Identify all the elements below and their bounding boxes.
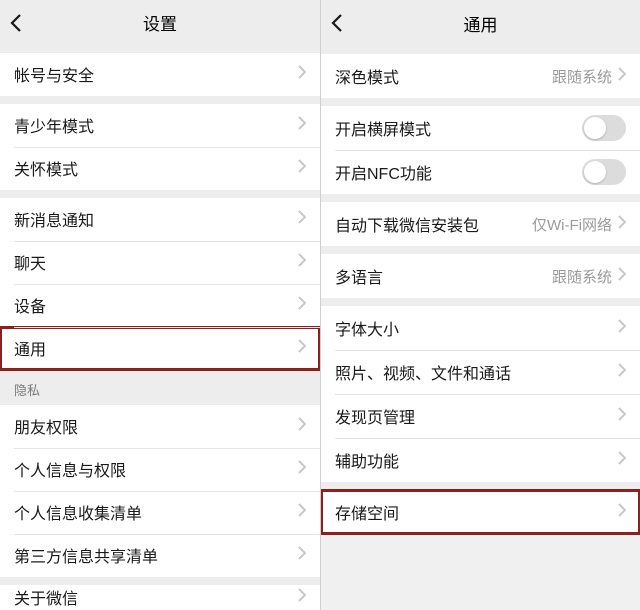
list-item[interactable]: 关怀模式 — [0, 147, 320, 190]
chevron-right-icon — [298, 159, 306, 178]
item-label: 帐号与安全 — [14, 62, 298, 86]
chevron-right-icon — [298, 339, 306, 358]
group-spacer — [321, 298, 640, 306]
list-item[interactable]: 自动下载微信安装包仅Wi-Fi网络 — [321, 202, 640, 246]
item-label: 新消息通知 — [14, 207, 298, 231]
item-label: 第三方信息共享清单 — [14, 543, 298, 567]
item-value: 跟随系统 — [552, 66, 612, 87]
list-item[interactable]: 开启横屏模式 — [321, 106, 640, 150]
group-spacer — [321, 482, 640, 490]
item-label: 字体大小 — [335, 316, 618, 340]
group-spacer — [321, 194, 640, 202]
list-item[interactable]: 存储空间 — [321, 490, 640, 534]
item-label: 关怀模式 — [14, 156, 298, 180]
settings-panel: 设置帐号与安全青少年模式关怀模式新消息通知聊天设备通用隐私朋友权限个人信息与权限… — [0, 0, 320, 610]
group-spacer — [0, 577, 320, 585]
chevron-right-icon — [618, 319, 626, 338]
group-spacer — [321, 98, 640, 106]
item-label: 通用 — [14, 336, 298, 360]
list-item[interactable]: 第三方信息共享清单 — [0, 534, 320, 577]
group-spacer — [0, 190, 320, 198]
chevron-right-icon — [298, 116, 306, 135]
chevron-right-icon — [618, 267, 626, 286]
chevron-right-icon — [298, 65, 306, 84]
chevron-right-icon — [298, 460, 306, 479]
toggle-switch[interactable] — [582, 159, 626, 185]
section-header: 隐私 — [0, 370, 320, 405]
item-value: 跟随系统 — [552, 266, 612, 287]
chevron-right-icon — [298, 253, 306, 272]
item-value: 仅Wi-Fi网络 — [532, 214, 612, 235]
chevron-right-icon — [298, 417, 306, 436]
list-item[interactable]: 字体大小 — [321, 306, 640, 350]
chevron-right-icon — [298, 503, 306, 522]
item-label: 聊天 — [14, 250, 298, 274]
toggle-switch[interactable] — [582, 115, 626, 141]
list-item[interactable]: 通用 — [0, 327, 320, 370]
list-item[interactable]: 深色模式跟随系统 — [321, 54, 640, 98]
chevron-right-icon — [298, 296, 306, 315]
item-label: 辅助功能 — [335, 448, 618, 472]
nav-header: 设置 — [0, 0, 320, 45]
list-item[interactable]: 聊天 — [0, 241, 320, 284]
item-label: 发现页管理 — [335, 404, 618, 428]
item-label: 青少年模式 — [14, 113, 298, 137]
list-item[interactable]: 新消息通知 — [0, 198, 320, 241]
page-title: 设置 — [143, 10, 177, 35]
item-label: 存储空间 — [335, 500, 618, 524]
list-item[interactable]: 青少年模式 — [0, 104, 320, 147]
list-item[interactable]: 设备 — [0, 284, 320, 327]
group-spacer — [321, 246, 640, 254]
chevron-right-icon — [618, 503, 626, 522]
page-title: 通用 — [464, 11, 498, 36]
chevron-right-icon — [618, 407, 626, 426]
item-label: 照片、视频、文件和通话 — [335, 360, 618, 384]
item-label: 深色模式 — [335, 64, 552, 88]
list-item[interactable]: 辅助功能 — [321, 438, 640, 482]
list-item[interactable]: 朋友权限 — [0, 405, 320, 448]
chevron-right-icon — [298, 210, 306, 229]
chevron-right-icon — [298, 588, 306, 607]
item-label: 开启NFC功能 — [335, 160, 582, 184]
nav-header: 通用 — [321, 0, 640, 46]
item-label: 个人信息与权限 — [14, 457, 298, 481]
item-label: 自动下载微信安装包 — [335, 212, 532, 236]
chevron-right-icon — [618, 363, 626, 382]
back-button[interactable] — [10, 0, 22, 46]
list-item[interactable]: 个人信息与权限 — [0, 448, 320, 491]
list-item[interactable]: 多语言跟随系统 — [321, 254, 640, 298]
item-label: 个人信息收集清单 — [14, 500, 298, 524]
group-spacer — [0, 96, 320, 104]
group-spacer — [0, 45, 320, 53]
list-item[interactable]: 发现页管理 — [321, 394, 640, 438]
item-label: 开启横屏模式 — [335, 116, 582, 140]
group-spacer — [321, 46, 640, 54]
item-label: 关于微信 — [14, 585, 298, 609]
chevron-right-icon — [618, 215, 626, 234]
list-item[interactable]: 照片、视频、文件和通话 — [321, 350, 640, 394]
list-item[interactable]: 个人信息收集清单 — [0, 491, 320, 534]
list-item[interactable]: 关于微信 — [0, 585, 320, 610]
list-item[interactable]: 开启NFC功能 — [321, 150, 640, 194]
item-label: 设备 — [14, 293, 298, 317]
chevron-right-icon — [618, 67, 626, 86]
app-root: 设置帐号与安全青少年模式关怀模式新消息通知聊天设备通用隐私朋友权限个人信息与权限… — [0, 0, 640, 610]
item-label: 朋友权限 — [14, 414, 298, 438]
chevron-right-icon — [298, 546, 306, 565]
back-button[interactable] — [331, 0, 343, 46]
list-item[interactable]: 帐号与安全 — [0, 53, 320, 96]
general-panel: 通用深色模式跟随系统开启横屏模式开启NFC功能自动下载微信安装包仅Wi-Fi网络… — [320, 0, 640, 610]
item-label: 多语言 — [335, 264, 552, 288]
chevron-right-icon — [618, 451, 626, 470]
